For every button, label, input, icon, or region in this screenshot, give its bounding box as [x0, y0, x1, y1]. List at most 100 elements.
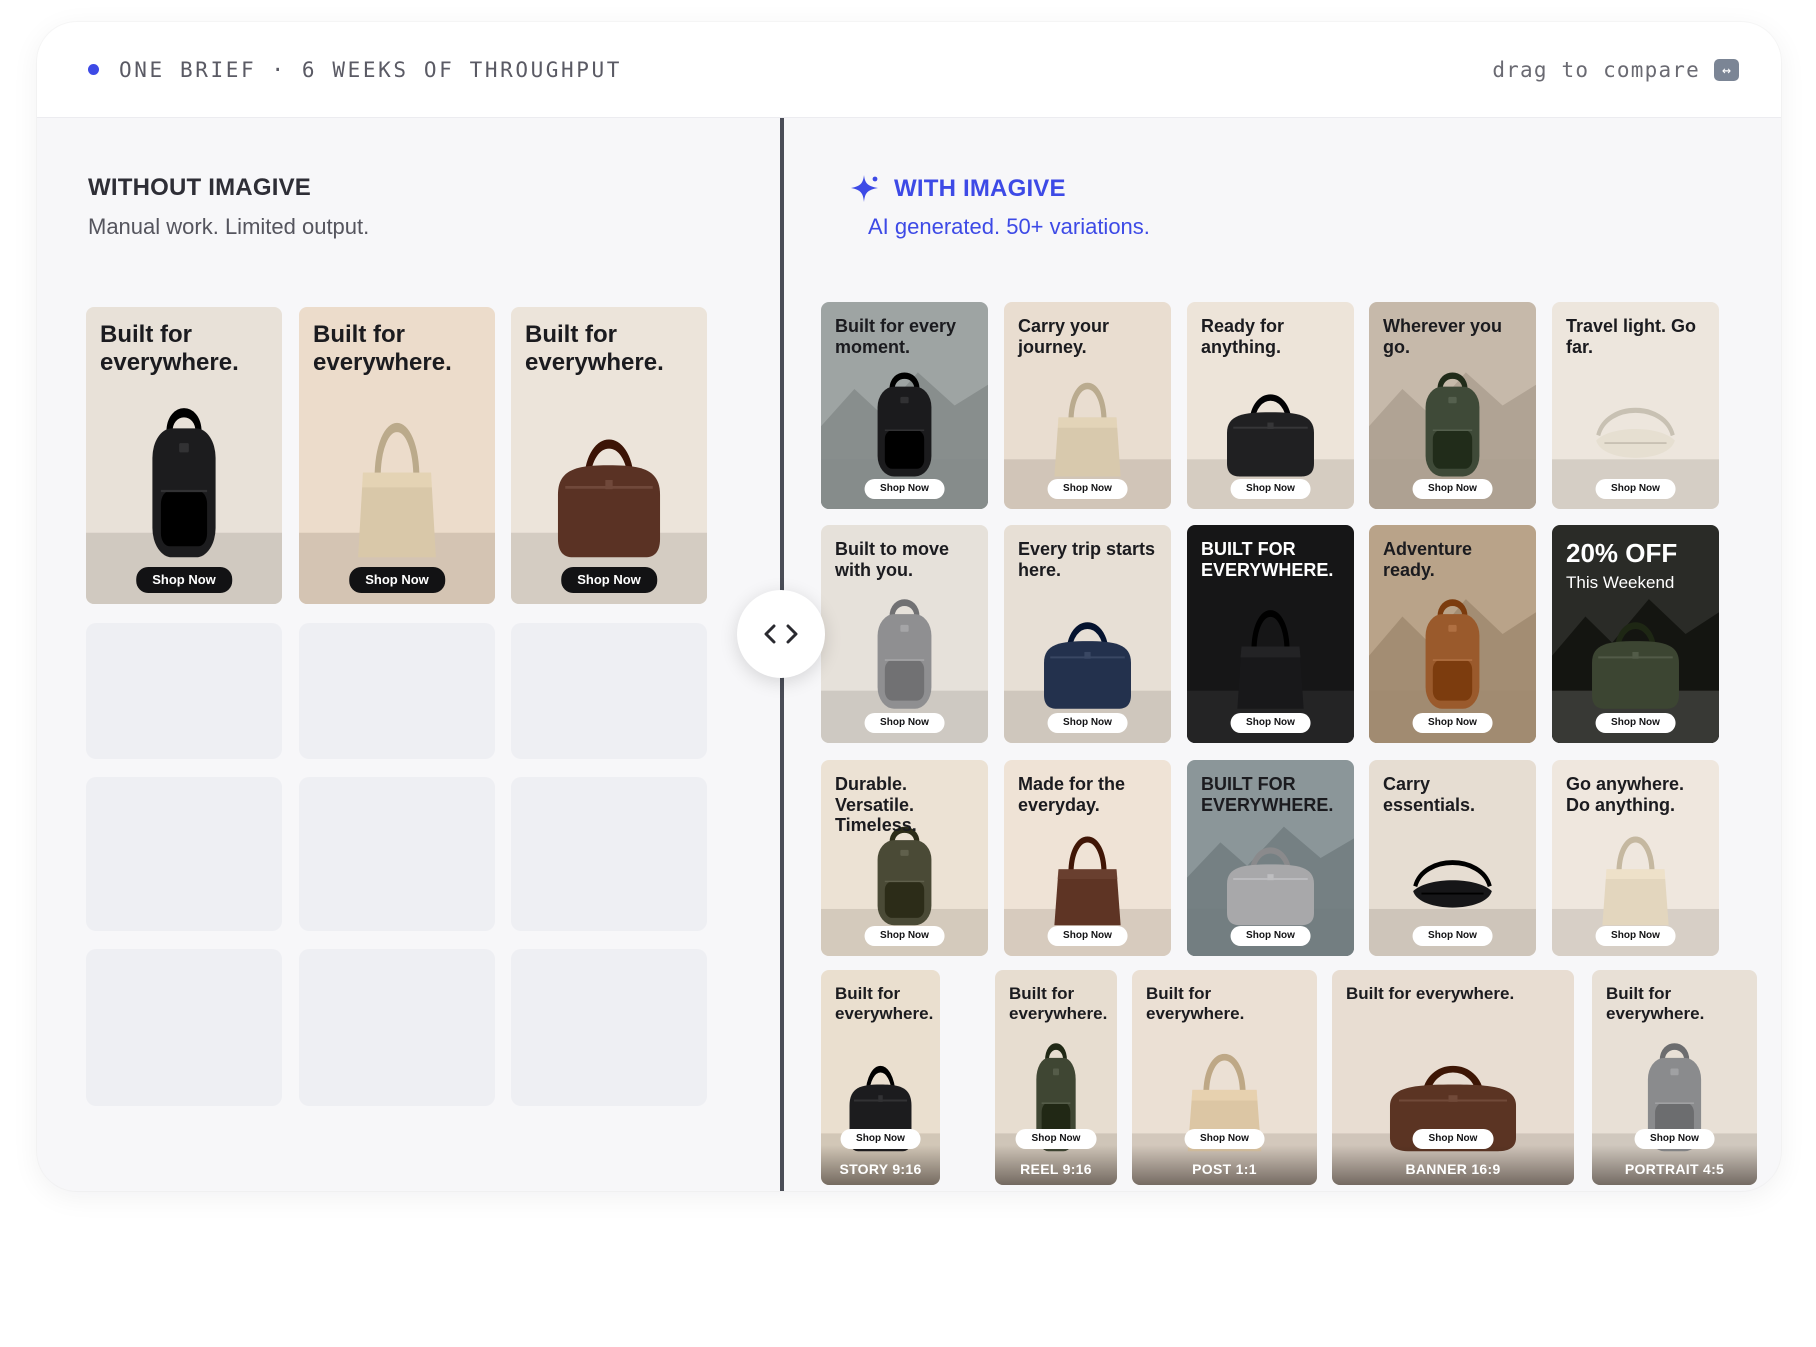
format-tile[interactable]: Built for everywhere. PORTRAIT 4:5 Shop No…: [1592, 970, 1757, 1185]
empty-slot: [511, 777, 707, 931]
shop-now-button[interactable]: Shop Now: [1412, 479, 1493, 499]
ad-variation-tile[interactable]: Ready for anything. Shop Now: [1187, 302, 1354, 509]
empty-slot: [299, 777, 495, 931]
shop-now-button[interactable]: Shop Now: [1015, 1129, 1097, 1149]
shop-now-button[interactable]: Shop Now: [1595, 926, 1676, 946]
empty-slot: [86, 777, 282, 931]
empty-slot: [86, 949, 282, 1106]
drag-hint: drag to compare ↔: [1492, 58, 1739, 82]
format-label: REEL 9:16: [1020, 1161, 1092, 1177]
backpack-bag-icon: [877, 826, 932, 926]
backpack-bag-icon: [1425, 599, 1480, 709]
ad-variation-tile[interactable]: Built for every moment. Shop Now: [821, 302, 988, 509]
status-dot-icon: [88, 64, 99, 75]
ad-variation-tile[interactable]: Travel light. Go far. Shop Now: [1552, 302, 1719, 509]
ad-variation-tile[interactable]: Built to move with you. Shop Now: [821, 525, 988, 743]
chevrons-left-right-icon: [764, 624, 798, 644]
ad-headline: Built for everywhere.: [1146, 984, 1245, 1023]
ad-variation-tile[interactable]: Durable. Versatile. Timeless. Shop Now: [821, 760, 988, 956]
shop-now-button[interactable]: Shop Now: [1047, 479, 1128, 499]
format-label: PORTRAIT 4:5: [1624, 1161, 1725, 1177]
shop-now-button[interactable]: Shop Now: [349, 567, 445, 593]
ad-headline: Adventure ready.: [1383, 539, 1473, 580]
without-subtitle: Manual work. Limited output.: [88, 214, 370, 239]
shop-now-button[interactable]: Shop Now: [840, 1129, 921, 1149]
ad-headline: 20% OFF: [1566, 538, 1678, 568]
format-tile[interactable]: Built for everywhere. STORY 9:16 Shop Now: [821, 970, 940, 1185]
shop-now-button[interactable]: Shop Now: [864, 713, 945, 733]
shop-now-button[interactable]: Shop Now: [1634, 1129, 1715, 1149]
ad-headline: Built for everywhere.: [100, 321, 239, 376]
without-pane: WITHOUT IMAGIVE Manual work. Limited out…: [37, 118, 781, 1191]
ad-headline: Carry essentials.: [1383, 774, 1476, 815]
ad-headline: Built for everywhere.: [1009, 984, 1108, 1023]
shop-now-button[interactable]: Shop Now: [864, 926, 945, 946]
empty-slot: [299, 623, 495, 759]
shop-now-button[interactable]: Shop Now: [1595, 713, 1676, 733]
drag-hint-text: drag to compare: [1492, 57, 1700, 82]
empty-slot: [511, 949, 707, 1106]
ad-headline: BUILT FOR EVERYWHERE.: [1201, 539, 1334, 580]
ad-tile[interactable]: Built for everywhere. Shop Now: [299, 307, 495, 604]
header-left: ONE BRIEF · 6 WEEKS OF THROUGHPUT: [88, 58, 622, 82]
ad-variation-tile[interactable]: Carry your journey. Shop Now: [1004, 302, 1171, 509]
shop-now-button[interactable]: Shop Now: [1184, 1129, 1265, 1149]
ad-headline: Wherever you go.: [1383, 316, 1503, 357]
format-label: BANNER 16:9: [1405, 1161, 1501, 1177]
format-label: POST 1:1: [1192, 1161, 1257, 1177]
ad-tile[interactable]: Built for everywhere. Shop Now: [86, 307, 282, 604]
shop-now-button[interactable]: Shop Now: [1412, 1129, 1494, 1149]
comparison-card: ONE BRIEF · 6 WEEKS OF THROUGHPUT drag t…: [37, 22, 1781, 1191]
shop-now-button[interactable]: Shop Now: [1412, 926, 1493, 946]
shop-now-button[interactable]: Shop Now: [1595, 479, 1676, 499]
shop-now-button[interactable]: Shop Now: [1047, 926, 1128, 946]
empty-slot: [299, 949, 495, 1106]
backpack-bag-icon: [877, 599, 932, 709]
ad-headline: BUILT FOR EVERYWHERE.: [1201, 774, 1334, 815]
shop-now-button[interactable]: Shop Now: [864, 479, 945, 499]
ad-headline: Carry your journey.: [1018, 316, 1110, 357]
with-title-text: WITH IMAGIVE: [894, 175, 1066, 202]
shop-now-button[interactable]: Shop Now: [1412, 713, 1493, 733]
shop-now-button[interactable]: Shop Now: [561, 567, 657, 593]
format-label: STORY 9:16: [839, 1161, 922, 1177]
ad-headline: Built for everywhere.: [835, 984, 934, 1023]
backpack-bag-icon: [152, 408, 216, 558]
ad-headline: Travel light. Go far.: [1566, 316, 1697, 357]
empty-slot: [86, 623, 282, 759]
ad-headline: Built for every moment.: [835, 316, 957, 357]
ad-variation-tile[interactable]: Every trip starts here. Shop Now: [1004, 525, 1171, 743]
format-tile[interactable]: Built for everywhere. REEL 9:16 Shop Now: [995, 970, 1117, 1185]
ad-headline: Built to move with you.: [835, 539, 950, 580]
shop-now-button[interactable]: Shop Now: [1230, 713, 1311, 733]
format-tile[interactable]: Built for everywhere. BANNER 16:9 Shop Now: [1332, 970, 1574, 1185]
shop-now-button[interactable]: Shop Now: [136, 567, 232, 593]
ad-variation-tile[interactable]: BUILT FOR EVERYWHERE. Shop Now: [1187, 525, 1354, 743]
ad-headline: Ready for anything.: [1201, 316, 1285, 357]
ad-headline: Built for everywhere.: [525, 321, 664, 376]
ad-variation-tile[interactable]: Made for the everyday. Shop Now: [1004, 760, 1171, 956]
ad-headline: Built for everywhere.: [313, 321, 452, 376]
ad-headline: Built for everywhere.: [1606, 984, 1705, 1023]
compare-drag-handle[interactable]: [737, 590, 825, 678]
header-bar: ONE BRIEF · 6 WEEKS OF THROUGHPUT drag t…: [37, 22, 1781, 118]
format-tile[interactable]: Built for everywhere. POST 1:1 Shop Now: [1132, 970, 1317, 1185]
ad-variation-tile[interactable]: 20% OFF This Weekend Shop Now: [1552, 525, 1719, 743]
shop-now-button[interactable]: Shop Now: [1230, 479, 1311, 499]
ad-variation-tile[interactable]: Go anywhere. Do anything. Shop Now: [1552, 760, 1719, 956]
ad-subheadline: This Weekend: [1566, 573, 1675, 592]
ad-headline: Durable. Versatile. Timeless.: [835, 774, 917, 836]
ad-tile[interactable]: Built for everywhere. Shop Now: [511, 307, 707, 604]
shop-now-button[interactable]: Shop Now: [1047, 713, 1128, 733]
shop-now-button[interactable]: Shop Now: [1230, 926, 1311, 946]
swap-arrows-icon: ↔: [1714, 58, 1739, 81]
empty-slot: [511, 623, 707, 759]
without-title: WITHOUT IMAGIVE: [88, 174, 311, 201]
backpack-bag-icon: [877, 372, 932, 477]
with-pane: WITH IMAGIVE AI generated. 50+ variation…: [784, 118, 1781, 1191]
ad-variation-tile[interactable]: Carry essentials. Shop Now: [1369, 760, 1536, 956]
ad-variation-tile[interactable]: BUILT FOR EVERYWHERE. Shop Now: [1187, 760, 1354, 956]
backpack-bag-icon: [1425, 372, 1480, 477]
ad-variation-tile[interactable]: Wherever you go. Shop Now: [1369, 302, 1536, 509]
ad-variation-tile[interactable]: Adventure ready. Shop Now: [1369, 525, 1536, 743]
